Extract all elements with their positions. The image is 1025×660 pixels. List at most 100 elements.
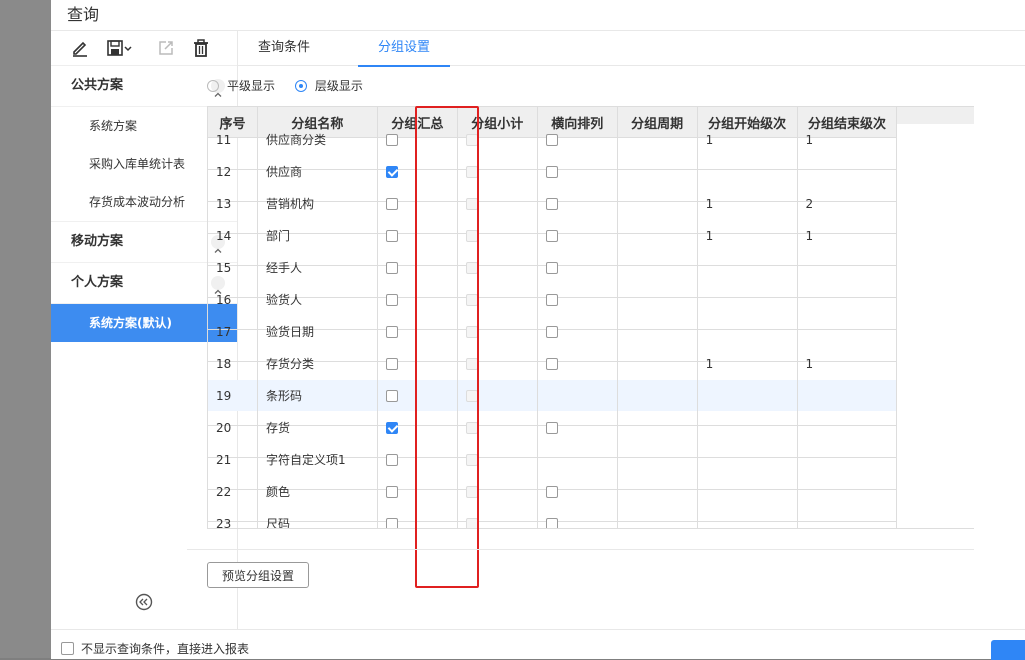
radio-level-display[interactable]: 层级显示: [294, 77, 363, 94]
horizontal-arrange-checkbox[interactable]: [545, 326, 558, 338]
group-period: [616, 475, 698, 508]
tab-query-conditions[interactable]: 查询条件: [258, 31, 310, 65]
table-row[interactable]: 14 部门 1 1: [207, 219, 974, 252]
dialog-title-bar: 查询: [51, 0, 1025, 31]
group-summary-checkbox[interactable]: [385, 422, 398, 434]
table-row[interactable]: 15 经手人: [207, 251, 974, 284]
horizontal-arrange-checkbox[interactable]: [545, 230, 558, 242]
horizontal-arrange-cell: [536, 187, 618, 220]
horizontal-arrange-cell: [536, 443, 618, 476]
dialog-title: 查询: [67, 5, 100, 24]
table-row[interactable]: 19 条形码: [207, 379, 974, 412]
radio-label: 层级显示: [314, 79, 363, 93]
group-subtotal-cell: [456, 187, 538, 220]
group-name: 存货: [256, 411, 378, 444]
filler-cell: [896, 123, 974, 156]
group-name: 存货分类: [256, 347, 378, 380]
group-summary-cell: [376, 443, 458, 476]
filler-cell: [896, 187, 974, 220]
group-summary-checkbox[interactable]: [385, 230, 398, 242]
group-name: 部门: [256, 219, 378, 252]
group-name: 供应商: [256, 155, 378, 188]
horizontal-arrange-cell: [536, 219, 618, 252]
edit-icon[interactable]: [69, 37, 91, 59]
tab-group-settings[interactable]: 分组设置: [358, 31, 451, 67]
group-subtotal-cell: [456, 379, 538, 412]
start-level: [696, 507, 798, 528]
horizontal-arrange-checkbox[interactable]: [545, 294, 558, 306]
table-row[interactable]: 16 验货人: [207, 283, 974, 316]
end-level: 2: [796, 187, 898, 220]
horizontal-arrange-checkbox[interactable]: [545, 518, 558, 528]
start-level: [696, 315, 798, 348]
group-summary-cell: [376, 379, 458, 412]
group-summary-cell: [376, 155, 458, 188]
horizontal-arrange-checkbox[interactable]: [545, 198, 558, 210]
end-level: [796, 443, 898, 476]
group-subtotal-checkbox: [465, 294, 478, 306]
horizontal-arrange-checkbox[interactable]: [545, 134, 558, 146]
table-row[interactable]: 17 验货日期: [207, 315, 974, 348]
group-subtotal-checkbox: [465, 166, 478, 178]
table-row[interactable]: 13 营销机构 1 2: [207, 187, 974, 220]
horizontal-arrange-cell: [536, 507, 618, 528]
save-icon[interactable]: [105, 37, 135, 59]
group-summary-checkbox[interactable]: [385, 198, 398, 210]
group-subtotal-checkbox: [465, 262, 478, 274]
horizontal-arrange-cell: [536, 155, 618, 188]
radio-circle: [207, 79, 219, 92]
end-level: [796, 475, 898, 508]
table-row[interactable]: 21 字符自定义项1: [207, 443, 974, 476]
group-summary-checkbox[interactable]: [385, 294, 398, 306]
group-period: [616, 315, 698, 348]
group-name: 验货日期: [256, 315, 378, 348]
group-subtotal-cell: [456, 347, 538, 380]
end-level: [796, 251, 898, 284]
group-period: [616, 155, 698, 188]
radio-label: 平级显示: [227, 79, 276, 93]
table-row[interactable]: 12 供应商: [207, 155, 974, 188]
group-name: 条形码: [256, 379, 378, 412]
group-subtotal-cell: [456, 507, 538, 528]
group-subtotal-cell: [456, 443, 538, 476]
row-number: 18: [207, 347, 258, 380]
group-name: 营销机构: [256, 187, 378, 220]
group-summary-checkbox[interactable]: [385, 390, 398, 402]
start-level: [696, 379, 798, 412]
skip-conditions-checkbox[interactable]: [61, 642, 74, 655]
group-summary-checkbox[interactable]: [385, 518, 398, 528]
horizontal-arrange-checkbox[interactable]: [545, 422, 558, 434]
radio-circle-selected: [294, 79, 307, 92]
horizontal-arrange-checkbox[interactable]: [545, 166, 558, 178]
group-subtotal-checkbox: [465, 358, 478, 370]
delete-icon[interactable]: [190, 37, 212, 59]
row-number: 17: [207, 315, 258, 348]
start-level: [696, 443, 798, 476]
group-period: [616, 219, 698, 252]
group-summary-checkbox[interactable]: [385, 166, 398, 178]
horizontal-arrange-checkbox[interactable]: [545, 486, 558, 498]
group-summary-checkbox[interactable]: [385, 486, 398, 498]
table-row[interactable]: 11 供应商分类 1 1: [207, 123, 974, 156]
group-name: 颜色: [256, 475, 378, 508]
confirm-button[interactable]: [991, 640, 1025, 660]
group-summary-checkbox[interactable]: [385, 262, 398, 274]
filler-cell: [896, 347, 974, 380]
group-summary-checkbox[interactable]: [385, 134, 398, 146]
group-summary-checkbox[interactable]: [385, 454, 398, 466]
horizontal-arrange-checkbox[interactable]: [545, 262, 558, 274]
row-number: 22: [207, 475, 258, 508]
table-row[interactable]: 18 存货分类 1 1: [207, 347, 974, 380]
radio-flat-display[interactable]: 平级显示: [207, 77, 275, 94]
filler-cell: [896, 443, 974, 476]
preview-group-settings-button[interactable]: 预览分组设置: [207, 562, 309, 588]
group-summary-checkbox[interactable]: [385, 326, 398, 338]
export-icon[interactable]: [155, 37, 177, 59]
collapse-sidebar-icon[interactable]: [135, 593, 153, 611]
table-row[interactable]: 22 颜色: [207, 475, 974, 508]
group-summary-checkbox[interactable]: [385, 358, 398, 370]
table-row[interactable]: 20 存货: [207, 411, 974, 444]
row-number: 12: [207, 155, 258, 188]
table-row[interactable]: 23 尺码: [207, 507, 974, 528]
horizontal-arrange-checkbox[interactable]: [545, 358, 558, 370]
